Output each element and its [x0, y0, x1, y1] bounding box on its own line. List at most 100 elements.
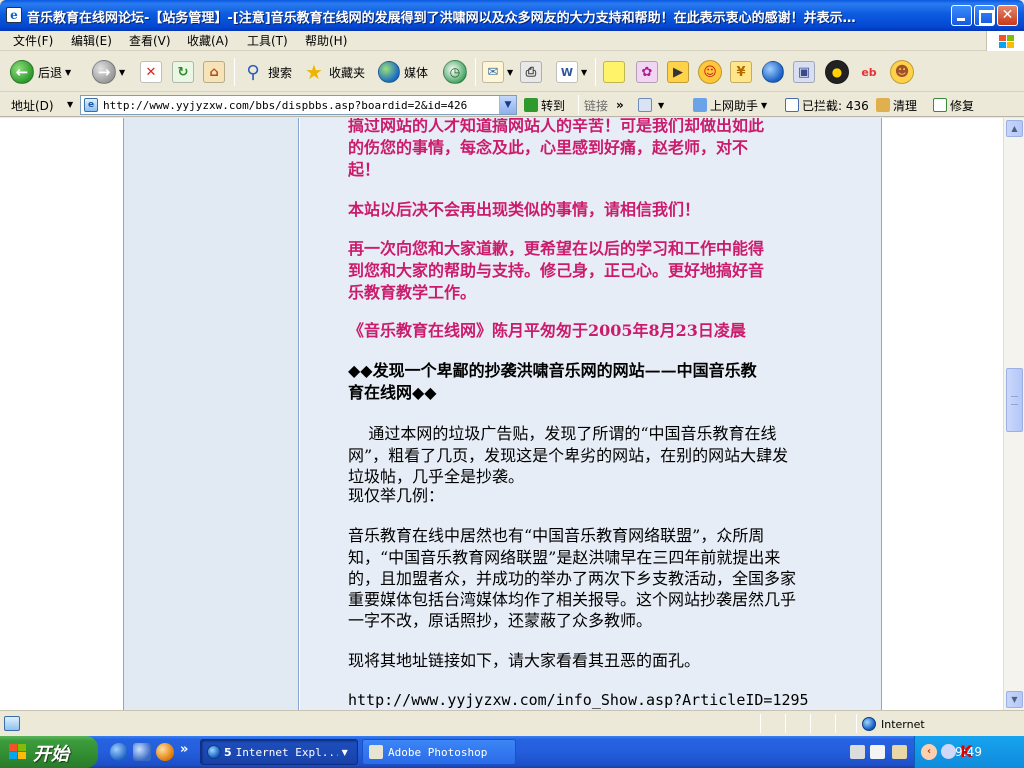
article-link[interactable]: http://www.yyjyzxw.com/info_Show.asp?Art… — [348, 689, 809, 710]
photo-icon: ▣ — [793, 61, 815, 83]
post-content-area: 搞过网站的人才知道搞网站人的辛苦！可是我们却做出如此 的伤您的事情，每念及此，心… — [300, 118, 882, 710]
menu-file[interactable]: 文件(F) — [12, 33, 54, 49]
ie-quicklaunch-icon[interactable] — [110, 743, 128, 761]
media-button[interactable]: 媒体 — [378, 58, 428, 86]
photo-button[interactable]: ▣ — [793, 58, 815, 86]
media-quicklaunch-icon[interactable] — [156, 743, 174, 761]
chat-button[interactable]: ☺ — [698, 58, 722, 86]
forward-arrow-icon: → — [92, 60, 116, 84]
body2-line-4: 重要媒体包括台湾媒体均作了相关报导。这个网站抄袭居然几乎 — [348, 590, 797, 609]
apology2-line-3: 乐教育教学工作。 — [348, 283, 477, 302]
menu-help[interactable]: 帮助(H) — [304, 33, 348, 49]
qq-button[interactable]: ● — [825, 58, 849, 86]
address-input[interactable]: e http://www.yyjyzxw.com/bbs/dispbbs.asp… — [80, 95, 517, 115]
browser-button[interactable] — [762, 58, 784, 86]
repair-button[interactable]: 修复 — [933, 96, 974, 114]
explorer-quicklaunch-icon[interactable] — [133, 743, 151, 761]
back-label: 后退 — [38, 65, 63, 80]
network-tray-icon[interactable] — [941, 744, 956, 759]
media-label: 媒体 — [404, 65, 429, 80]
mail-button[interactable]: ✉ ▼ — [482, 58, 513, 86]
forward-dropdown-icon[interactable]: ▼ — [119, 68, 125, 77]
back-button[interactable]: ← 后退 ▼ — [10, 58, 71, 86]
menu-edit[interactable]: 编辑(E) — [70, 33, 113, 49]
minimize-button[interactable] — [951, 5, 972, 26]
emoticon-button[interactable]: ☻ — [890, 58, 914, 86]
edit-button[interactable]: W ▼ — [556, 58, 587, 86]
scroll-thumb[interactable] — [1006, 368, 1023, 432]
favorites-button[interactable]: ★ 收藏夹 — [303, 58, 365, 86]
status-bar: Internet — [0, 710, 1024, 736]
forward-button[interactable]: → ▼ — [92, 58, 125, 86]
scroll-up-button[interactable]: ▲ — [1006, 120, 1023, 137]
user-info-column — [123, 118, 299, 710]
search-button[interactable]: ⚲ 搜索 — [242, 58, 292, 86]
toolbar-separator — [475, 58, 476, 86]
apology2-line-2: 到您和大家的帮助与支持。修己身，正己心。更好地搞好音 — [348, 261, 765, 280]
chevron-right-icon[interactable]: » — [180, 742, 188, 757]
address-label: 地址(D) — [11, 99, 54, 113]
window-title: 音乐教育在线网论坛-【站务管理】-[注意]音乐教育在线网的发展得到了洪啸网以及众… — [27, 11, 856, 25]
back-dropdown-icon[interactable]: ▼ — [65, 68, 71, 77]
body3-line: 现将其地址链接如下，请大家看看其丑恶的面孔。 — [348, 651, 701, 670]
links-button[interactable]: 链接 » — [584, 96, 624, 114]
ebay-button[interactable]: eb — [858, 58, 880, 86]
money-button[interactable]: ¥ — [730, 58, 752, 86]
zone-label: Internet — [881, 717, 925, 731]
globe-icon — [762, 61, 784, 83]
page-viewport: 搞过网站的人才知道搞网站人的辛苦！可是我们却做出如此 的伤您的事情，每念及此，心… — [0, 118, 1003, 710]
internet-zone-icon — [862, 717, 876, 731]
input-method-tray-icon[interactable] — [892, 745, 907, 759]
window-titlebar[interactable]: e 音乐教育在线网论坛-【站务管理】-[注意]音乐教育在线网的发展得到了洪啸网以… — [0, 0, 1024, 31]
popup-blocker-button[interactable]: 已拦截: 436 — [785, 96, 869, 114]
note-button[interactable] — [603, 58, 625, 86]
maximize-button[interactable] — [974, 5, 995, 26]
edit-dropdown-icon[interactable]: ▼ — [581, 68, 587, 77]
clock[interactable]: 9:49 — [955, 745, 982, 759]
taskbar-photoshop[interactable]: Adobe Photoshop — [362, 739, 516, 765]
menu-tools[interactable]: 工具(T) — [246, 33, 289, 49]
print-button[interactable]: ⎙ — [520, 58, 542, 86]
go-button[interactable]: 转到 — [524, 96, 565, 114]
toolbar-separator — [595, 58, 596, 86]
history-button[interactable]: ◷ — [443, 58, 467, 86]
scroll-down-button[interactable]: ▼ — [1006, 691, 1023, 708]
helper-button[interactable]: 上网助手 ▼ — [693, 96, 767, 114]
home-button[interactable]: ⌂ — [203, 58, 225, 86]
taskbar-ie-group[interactable]: 5 Internet Expl... ▼ — [200, 739, 358, 765]
blocked-count: 已拦截: 436 — [802, 98, 869, 113]
body2-line-1: 音乐教育在线中居然也有“中国音乐教育网络联盟”，众所周 — [348, 526, 765, 545]
apology-line-1: 搞过网站的人才知道搞网站人的辛苦！可是我们却做出如此 — [348, 118, 765, 135]
vertical-scrollbar[interactable]: ▲ ▼ — [1003, 118, 1024, 710]
menu-bar: 文件(F) 编辑(E) 查看(V) 收藏(A) 工具(T) 帮助(H) — [0, 31, 1024, 51]
apology-line-2: 的伤您的事情，每念及此，心里感到好痛，赵老师，对不 — [348, 138, 749, 157]
heading-line-1: ◆◆发现一个卑鄙的抄袭洪啸音乐网的网站——中国音乐教 — [348, 361, 757, 380]
mail-dropdown-icon[interactable]: ▼ — [507, 68, 513, 77]
signature-line: 《音乐教育在线网》陈月平匆匆于2005年8月23日凌晨 — [348, 321, 746, 340]
keyboard-tray-icon[interactable] — [850, 745, 865, 759]
menu-favorites[interactable]: 收藏(A) — [186, 33, 230, 49]
page-status-icon — [4, 716, 20, 731]
photoshop-task-label: Adobe Photoshop — [388, 745, 488, 759]
emoticon-icon: ☻ — [890, 60, 914, 84]
clean-label: 清理 — [893, 98, 918, 113]
messenger-button[interactable]: ✿ — [636, 58, 658, 86]
clean-button[interactable]: 清理 — [876, 96, 917, 114]
print-icon: ⎙ — [520, 61, 542, 83]
close-button[interactable]: ✕ — [997, 5, 1018, 26]
pen-tray-icon[interactable] — [870, 745, 885, 759]
ie-icon: e — [6, 7, 22, 23]
player-button[interactable]: ▶ — [667, 58, 689, 86]
toolbar-menu-button[interactable]: ▼ — [638, 96, 664, 114]
history-icon: ◷ — [443, 60, 467, 84]
tray-expand-icon[interactable]: ‹ — [921, 744, 937, 760]
address-menu-dropdown-icon[interactable]: ▼ — [67, 100, 73, 109]
toolbar-separator — [234, 58, 235, 86]
stop-button[interactable]: ✕ — [140, 58, 162, 86]
search-label: 搜索 — [268, 65, 293, 80]
menu-view[interactable]: 查看(V) — [128, 33, 172, 49]
photoshop-icon — [369, 745, 383, 759]
refresh-button[interactable]: ↻ — [172, 58, 194, 86]
address-dropdown-icon[interactable]: ▼ — [499, 96, 516, 114]
start-button[interactable]: 开始 — [0, 736, 98, 768]
